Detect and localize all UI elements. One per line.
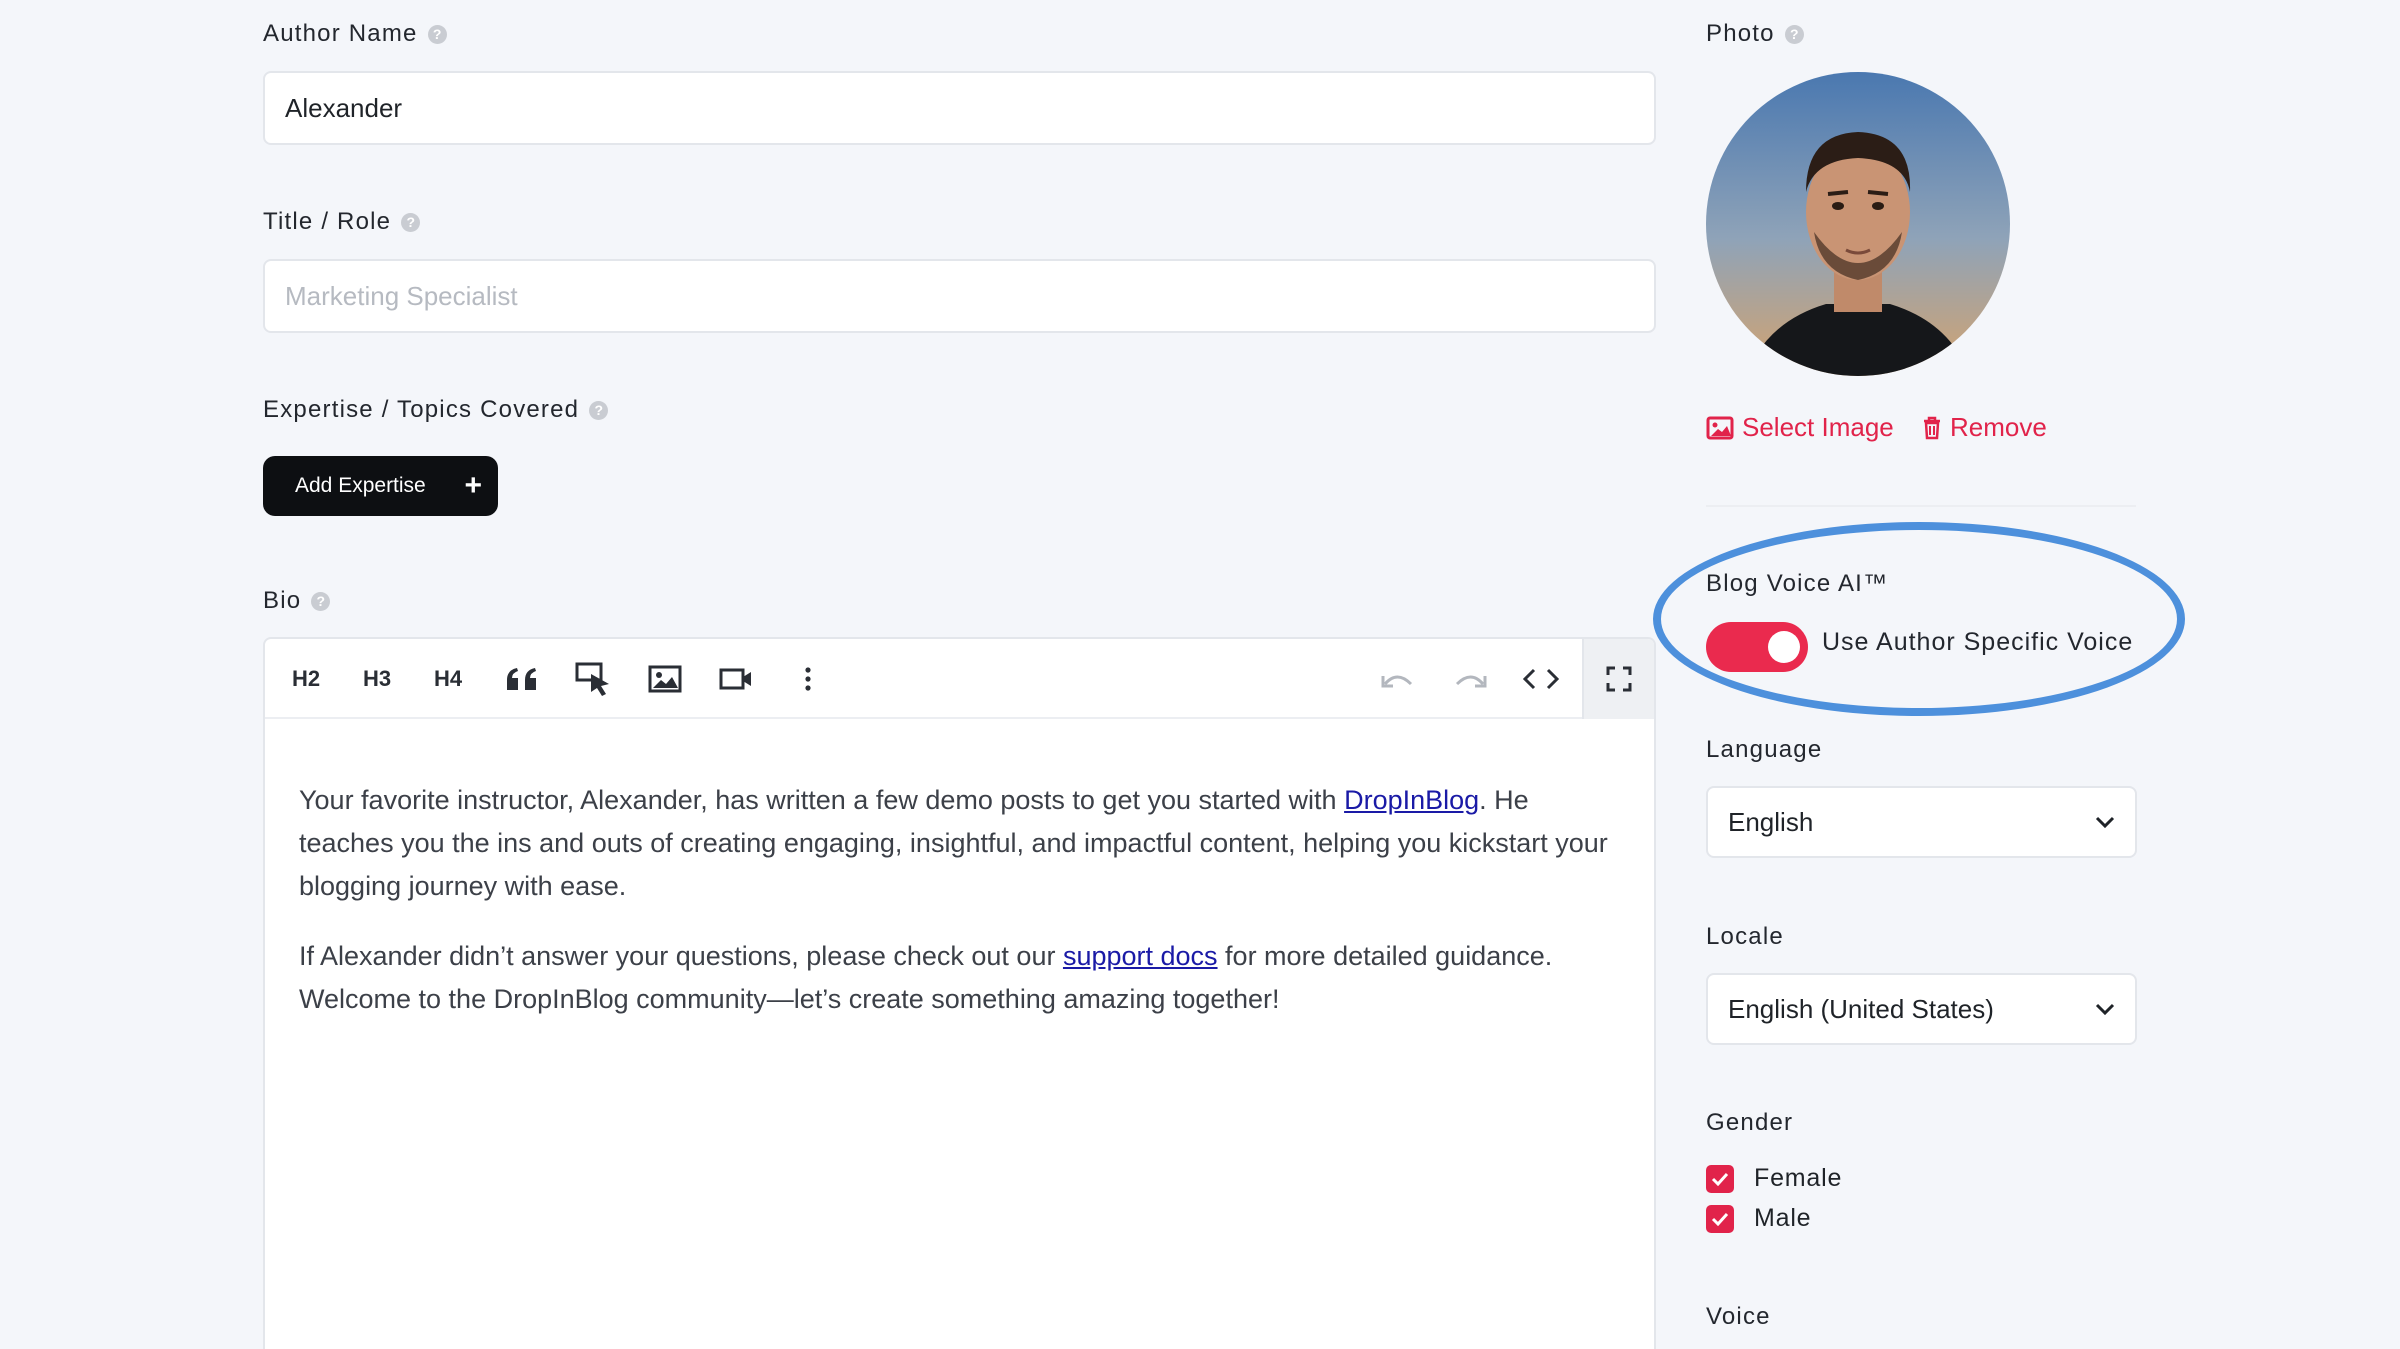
help-icon[interactable]: ?	[401, 212, 421, 232]
h4-label: H4	[433, 666, 463, 691]
undo-button[interactable]	[1373, 639, 1423, 719]
author-name-label: Author Name ?	[263, 20, 447, 48]
undo-icon	[1381, 675, 1413, 688]
locale-label: Locale	[1706, 923, 1784, 951]
support-docs-link[interactable]: support docs	[1063, 941, 1218, 971]
photo-label: Photo ?	[1706, 20, 1804, 48]
title-role-label: Title / Role ?	[263, 208, 421, 236]
language-label-text: Language	[1706, 736, 1823, 763]
section-divider	[1706, 505, 2136, 507]
video-icon	[719, 668, 751, 690]
chevron-down-icon	[2095, 816, 2115, 828]
highlight-circle	[1653, 522, 2185, 716]
bio-label-text: Bio	[263, 587, 302, 614]
plus-icon: +	[464, 469, 482, 502]
author-photo	[1706, 72, 2010, 376]
h3-label: H3	[362, 666, 392, 691]
editor-toolbar: H2 H3 H4	[265, 639, 1654, 719]
fullscreen-button[interactable]	[1582, 639, 1654, 719]
help-icon[interactable]: ?	[427, 24, 447, 44]
more-vertical-icon	[805, 667, 811, 691]
female-checkbox[interactable]	[1706, 1164, 1734, 1193]
gender-option-male[interactable]: Male	[1706, 1204, 1811, 1233]
voice-label: Voice	[1706, 1303, 1771, 1331]
author-name-label-text: Author Name	[263, 20, 418, 47]
fullscreen-icon	[1606, 666, 1632, 692]
dropinblog-link[interactable]: DropInBlog	[1344, 785, 1479, 815]
video-button[interactable]	[711, 639, 761, 719]
title-role-label-text: Title / Role	[263, 208, 392, 235]
title-role-placeholder: Marketing Specialist	[285, 280, 518, 311]
bio-p1-text-start: Your favorite instructor, Alexander, has…	[299, 785, 1345, 815]
bio-editor[interactable]: H2 H3 H4 Your favorite instructor, Alexa…	[263, 637, 1656, 1349]
language-select[interactable]: English	[1706, 786, 2137, 858]
h4-button[interactable]: H4	[421, 639, 475, 719]
select-image-button[interactable]: Select Image	[1706, 412, 1894, 443]
image-icon	[648, 665, 682, 693]
locale-value: English (United States)	[1728, 993, 1994, 1024]
voice-label-text: Voice	[1706, 1303, 1771, 1330]
remove-label: Remove	[1950, 412, 2047, 442]
expertise-label: Expertise / Topics Covered ?	[263, 396, 609, 424]
select-image-icon	[1706, 416, 1734, 439]
gender-option-female[interactable]: Female	[1706, 1164, 1842, 1193]
male-label: Male	[1754, 1204, 1812, 1232]
bio-paragraph-2: If Alexander didn’t answer your question…	[299, 935, 1629, 1021]
locale-select[interactable]: English (United States)	[1706, 973, 2137, 1045]
check-icon	[1711, 1212, 1729, 1226]
chevron-down-icon	[2095, 1003, 2115, 1015]
select-image-label: Select Image	[1742, 412, 1894, 442]
more-button[interactable]	[783, 639, 833, 719]
expertise-label-text: Expertise / Topics Covered	[263, 396, 580, 423]
redo-button[interactable]	[1445, 639, 1495, 719]
gender-label-text: Gender	[1706, 1109, 1794, 1136]
photo-label-text: Photo	[1706, 20, 1775, 47]
code-view-button[interactable]	[1516, 639, 1566, 719]
add-expertise-label: Add Expertise	[295, 474, 426, 497]
image-button[interactable]	[640, 639, 690, 719]
check-icon	[1711, 1172, 1729, 1186]
trash-icon	[1924, 416, 1940, 439]
locale-label-text: Locale	[1706, 923, 1784, 950]
quote-icon	[507, 668, 536, 690]
remove-image-button[interactable]: Remove	[1922, 412, 2047, 443]
female-label: Female	[1754, 1164, 1843, 1192]
cursor-select-button[interactable]	[568, 639, 618, 719]
language-label: Language	[1706, 736, 1822, 764]
author-name-value: Alexander	[285, 92, 403, 123]
quote-button[interactable]	[497, 639, 547, 719]
h3-button[interactable]: H3	[350, 639, 404, 719]
h2-label: H2	[291, 666, 321, 691]
cursor-select-icon	[575, 662, 609, 696]
bio-content[interactable]: Your favorite instructor, Alexander, has…	[299, 779, 1629, 1048]
redo-icon	[1455, 675, 1487, 688]
bio-p2-text-start: If Alexander didn’t answer your question…	[299, 941, 1063, 971]
h2-button[interactable]: H2	[279, 639, 333, 719]
gender-label: Gender	[1706, 1109, 1793, 1137]
avatar-illustration	[1706, 72, 2010, 376]
help-icon[interactable]: ?	[1784, 24, 1804, 44]
code-icon	[1523, 668, 1559, 690]
language-value: English	[1728, 806, 1814, 837]
add-expertise-button[interactable]: Add Expertise +	[263, 456, 498, 516]
help-icon[interactable]: ?	[589, 400, 609, 420]
author-name-input[interactable]: Alexander	[263, 71, 1656, 145]
male-checkbox[interactable]	[1706, 1204, 1734, 1233]
help-icon[interactable]: ?	[311, 591, 331, 611]
bio-paragraph-1: Your favorite instructor, Alexander, has…	[299, 779, 1629, 908]
bio-label: Bio ?	[263, 587, 331, 615]
author-edit-page: Author Name ? Alexander Title / Role ? M…	[0, 0, 2400, 1349]
title-role-input[interactable]: Marketing Specialist	[263, 259, 1656, 333]
